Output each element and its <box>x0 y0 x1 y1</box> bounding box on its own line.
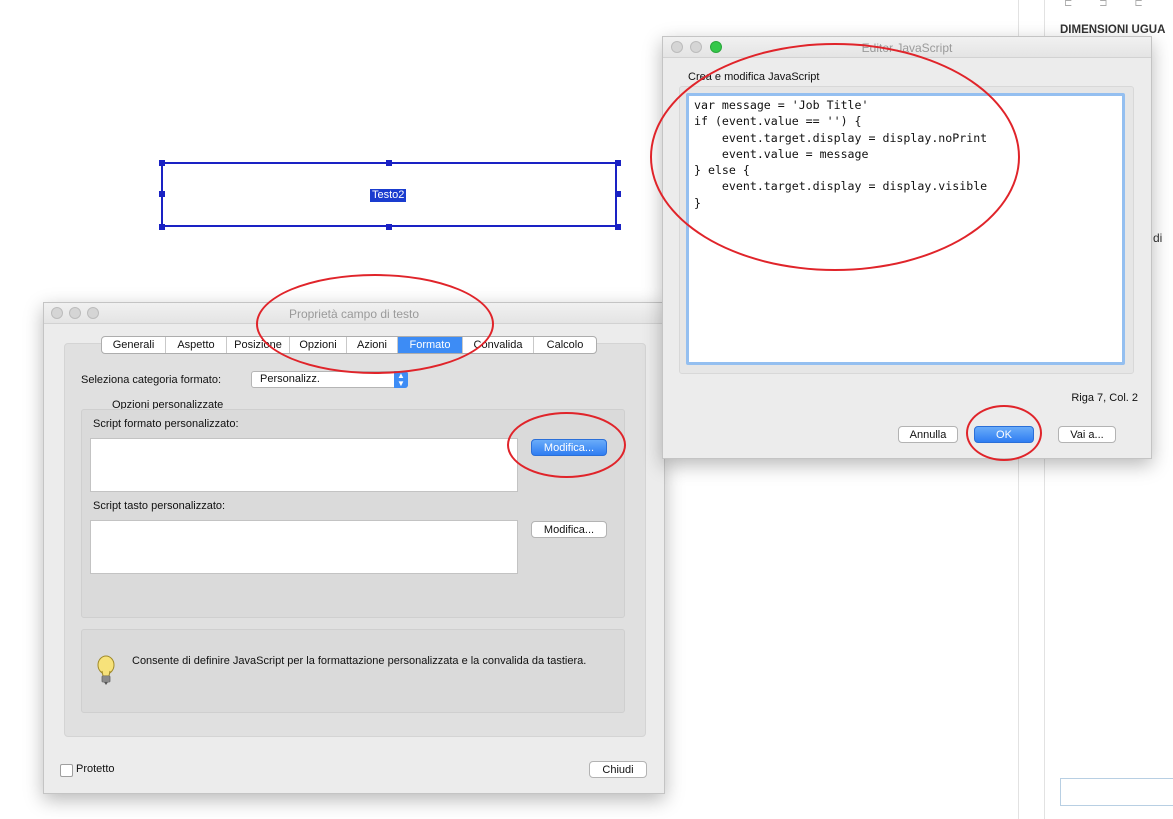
resize-handle[interactable] <box>615 191 621 197</box>
edit-format-script-button[interactable]: Modifica... <box>531 439 607 456</box>
text-field-properties-dialog: Proprietà campo di testo Seleziona categ… <box>43 302 665 794</box>
tab-convalida[interactable]: Convalida <box>463 337 534 353</box>
locked-label: Protetto <box>76 763 115 775</box>
sidebar-title: DIMENSIONI UGUA <box>1060 24 1166 36</box>
dialog-title: Editor JavaScript <box>861 41 953 55</box>
resize-handle[interactable] <box>615 160 621 166</box>
tab-azioni[interactable]: Azioni <box>347 337 398 353</box>
resize-handle[interactable] <box>386 224 392 230</box>
keystroke-script-label: Script tasto personalizzato: <box>93 500 226 512</box>
resize-handle[interactable] <box>159 191 165 197</box>
close-button[interactable]: Chiudi <box>589 761 647 778</box>
info-box: Consente di definire JavaScript per la f… <box>81 629 625 713</box>
editor-subtitle: Crea e modifica JavaScript <box>688 71 820 83</box>
edit-keystroke-script-button[interactable]: Modifica... <box>531 521 607 538</box>
ok-button[interactable]: OK <box>974 426 1034 443</box>
titlebar[interactable]: Proprietà campo di testo <box>44 303 664 324</box>
info-text: Consente di definire JavaScript per la f… <box>132 655 587 667</box>
format-script-label: Script formato personalizzato: <box>93 418 239 430</box>
format-script-field[interactable] <box>90 438 518 492</box>
sidebar-bottom-button[interactable]: D <box>1060 778 1173 806</box>
lightbulb-icon <box>97 655 115 685</box>
resize-handle[interactable] <box>159 224 165 230</box>
cancel-button[interactable]: Annulla <box>898 426 958 443</box>
resize-handle[interactable] <box>386 160 392 166</box>
cursor-position: Riga 7, Col. 2 <box>1071 392 1138 404</box>
format-category-select[interactable]: Personalizz. ▲ ▼ <box>251 371 408 388</box>
tab-calcolo[interactable]: Calcolo <box>534 337 596 353</box>
tab-posizione[interactable]: Posizione <box>227 337 290 353</box>
tab-bar: Generali Aspetto Posizione Opzioni Azion… <box>101 336 597 354</box>
resize-handle[interactable] <box>615 224 621 230</box>
format-category-label: Seleziona categoria formato: <box>81 374 222 386</box>
goto-button[interactable]: Vai a... <box>1058 426 1116 443</box>
titlebar[interactable]: Editor JavaScript <box>663 37 1151 58</box>
keystroke-script-field[interactable] <box>90 520 518 574</box>
field-name-label: Testo2 <box>370 189 407 202</box>
javascript-editor-dialog: Editor JavaScript Crea e modifica JavaSc… <box>662 36 1152 459</box>
resize-handle[interactable] <box>159 160 165 166</box>
dialog-title: Proprietà campo di testo <box>288 307 420 321</box>
tab-generali[interactable]: Generali <box>102 337 166 353</box>
alignment-icons[interactable]: ⊏ ⊐ ⊏ <box>1064 0 1155 9</box>
tab-opzioni[interactable]: Opzioni <box>290 337 347 353</box>
select-arrows-icon: ▲ ▼ <box>394 371 408 388</box>
code-editor[interactable]: var message = 'Job Title' if (event.valu… <box>686 93 1125 365</box>
format-category-value: Personalizz. <box>260 373 320 385</box>
tab-formato[interactable]: Formato <box>398 337 463 353</box>
tab-aspetto[interactable]: Aspetto <box>166 337 227 353</box>
locked-checkbox[interactable] <box>60 764 73 777</box>
